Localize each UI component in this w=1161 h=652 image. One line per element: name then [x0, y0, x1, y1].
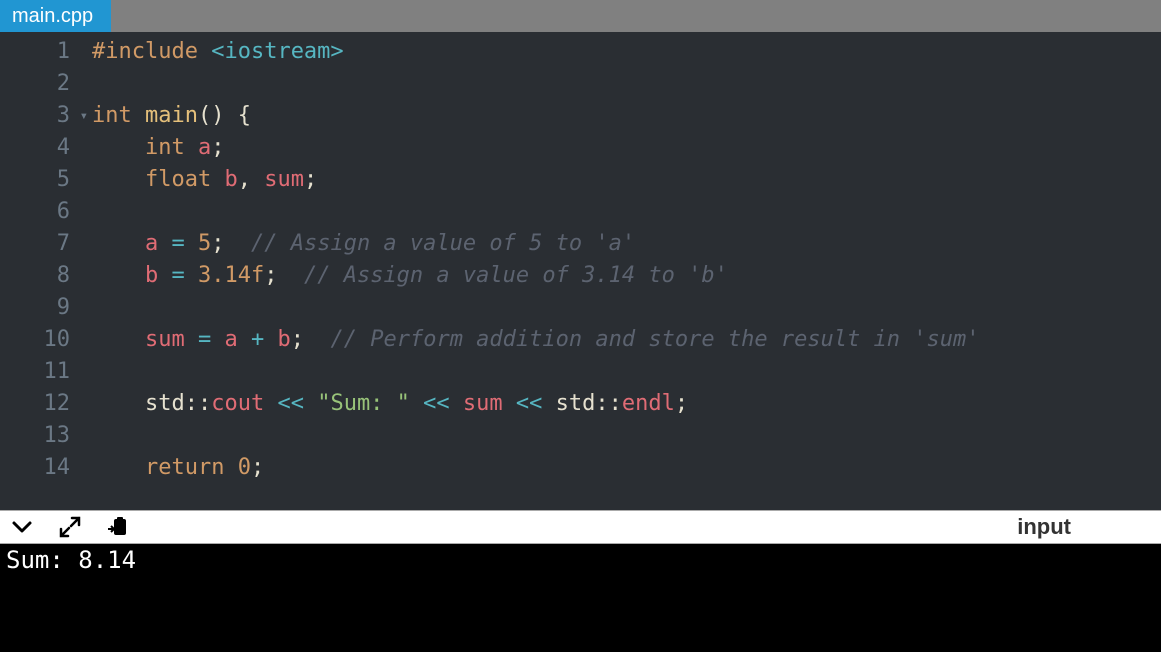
- chevron-down-icon[interactable]: [10, 515, 34, 539]
- code-line: return 0;: [92, 452, 1161, 484]
- tab-title: main.cpp: [12, 5, 93, 28]
- code-line: int main() {: [92, 100, 1161, 132]
- line-number: 11: [0, 356, 92, 388]
- code-line: a = 5; // Assign a value of 5 to 'a': [92, 228, 1161, 260]
- line-number: 6: [0, 196, 92, 228]
- line-number: 14: [0, 452, 92, 484]
- line-number: 13: [0, 420, 92, 452]
- code-line: sum = a + b; // Perform addition and sto…: [92, 324, 1161, 356]
- expand-icon[interactable]: [58, 515, 82, 539]
- tab-bar: main.cpp: [0, 0, 1161, 32]
- line-number: 1: [0, 36, 92, 68]
- line-number: 5: [0, 164, 92, 196]
- line-number: 3: [0, 100, 92, 132]
- code-line: [92, 68, 1161, 100]
- line-number: 10: [0, 324, 92, 356]
- code-line: int a;: [92, 132, 1161, 164]
- line-number: 7: [0, 228, 92, 260]
- line-number: 8: [0, 260, 92, 292]
- tab-main-cpp[interactable]: main.cpp: [0, 0, 111, 32]
- code-line: [92, 196, 1161, 228]
- line-number: 9: [0, 292, 92, 324]
- code-line: float b, sum;: [92, 164, 1161, 196]
- code-editor[interactable]: 1 2 3 4 5 6 7 8 9 10 11 12 13 14 #includ…: [0, 32, 1161, 510]
- code-line: [92, 420, 1161, 452]
- code-line: [92, 356, 1161, 388]
- code-line: b = 3.14f; // Assign a value of 3.14 to …: [92, 260, 1161, 292]
- code-line: #include <iostream>: [92, 36, 1161, 68]
- line-number-gutter: 1 2 3 4 5 6 7 8 9 10 11 12 13 14: [0, 32, 92, 510]
- line-number: 12: [0, 388, 92, 420]
- console-line: Sum: 8.14: [6, 546, 1155, 574]
- console-toolbar: input: [0, 510, 1161, 544]
- code-area[interactable]: #include <iostream> int main() { int a; …: [92, 32, 1161, 510]
- code-line: std::cout << "Sum: " << sum << std::endl…: [92, 388, 1161, 420]
- code-line: [92, 292, 1161, 324]
- paste-icon[interactable]: [106, 515, 130, 539]
- input-label[interactable]: input: [1017, 514, 1071, 540]
- line-number: 2: [0, 68, 92, 100]
- console-output: Sum: 8.14: [0, 544, 1161, 652]
- line-number: 4: [0, 132, 92, 164]
